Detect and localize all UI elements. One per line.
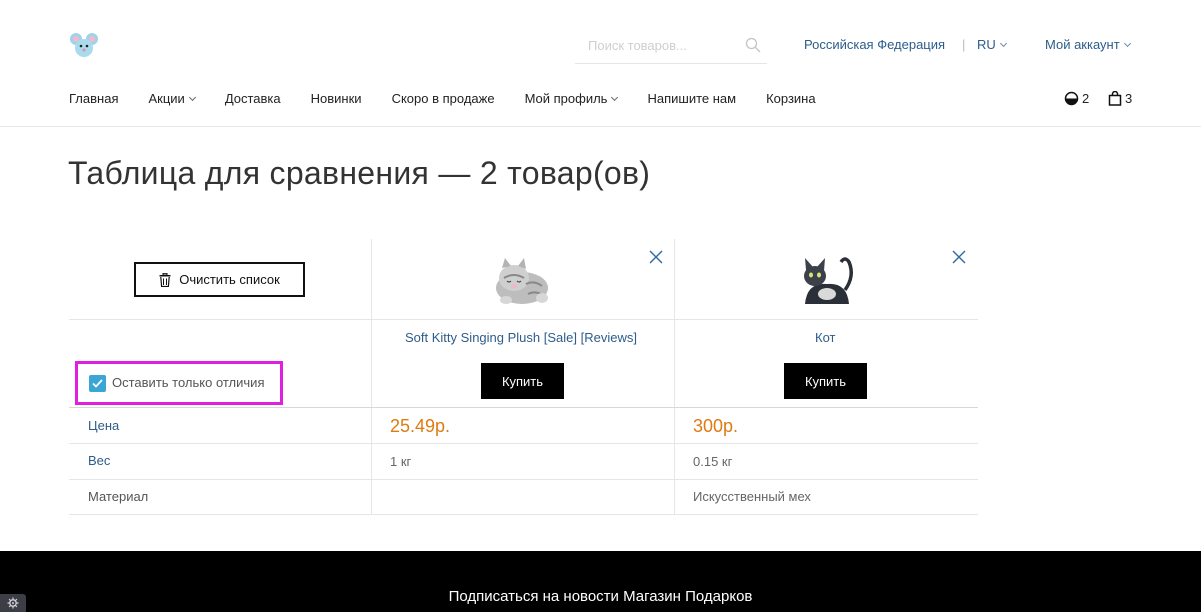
product-link-soft-kitty[interactable]: Soft Kitty Singing Plush [Sale] [Reviews… bbox=[405, 330, 637, 345]
attribute-label-weight: Вес bbox=[88, 453, 111, 468]
clear-list-label: Очистить список bbox=[179, 272, 280, 287]
nav-item-cart[interactable]: Корзина bbox=[766, 91, 816, 106]
product-image-cat[interactable] bbox=[797, 256, 857, 308]
nav-item-promotions[interactable]: Акции bbox=[148, 91, 196, 106]
row-divider bbox=[69, 319, 978, 320]
row-divider bbox=[69, 514, 978, 515]
compare-icon bbox=[1064, 91, 1079, 106]
nav-item-home[interactable]: Главная bbox=[69, 91, 118, 106]
search-input[interactable] bbox=[575, 28, 767, 62]
compare-counter[interactable]: 2 bbox=[1064, 91, 1089, 106]
header-separator: | bbox=[962, 37, 966, 52]
buy-button-cat[interactable]: Купить bbox=[784, 363, 867, 399]
account-menu[interactable]: Мой аккаунт bbox=[1045, 37, 1131, 52]
nav-item-new[interactable]: Новинки bbox=[311, 91, 362, 106]
nav-item-label: Акции bbox=[148, 91, 185, 106]
trash-icon bbox=[159, 272, 171, 287]
product-image-soft-kitty[interactable] bbox=[492, 256, 552, 308]
gear-icon bbox=[7, 597, 19, 609]
language-selector[interactable]: RU bbox=[977, 37, 1007, 52]
country-selector[interactable]: Российская Федерация bbox=[804, 37, 945, 52]
close-icon[interactable] bbox=[952, 250, 966, 264]
settings-button[interactable] bbox=[0, 594, 26, 612]
row-divider bbox=[69, 407, 978, 408]
highlight-box: Оставить только отличия bbox=[75, 361, 283, 405]
product-link-cat[interactable]: Кот bbox=[815, 330, 835, 345]
column-divider bbox=[674, 239, 675, 515]
chevron-down-icon bbox=[999, 39, 1007, 48]
price-value: 25.49р. bbox=[390, 416, 451, 436]
page-title: Таблица для сравнения — 2 товар(ов) bbox=[68, 155, 651, 191]
search-box bbox=[575, 28, 767, 64]
language-label: RU bbox=[977, 37, 996, 52]
shopping-bag-icon bbox=[1108, 91, 1122, 106]
store-logo[interactable] bbox=[69, 30, 99, 60]
cart-counter[interactable]: 3 bbox=[1108, 91, 1132, 106]
nav-item-coming-soon[interactable]: Скоро в продаже bbox=[392, 91, 495, 106]
attribute-label-price: Цена bbox=[88, 418, 120, 433]
nav-item-my-profile[interactable]: Мой профиль bbox=[524, 91, 619, 106]
nav-item-contact[interactable]: Напишите нам bbox=[647, 91, 736, 106]
account-label: Мой аккаунт bbox=[1045, 37, 1120, 52]
row-divider bbox=[69, 479, 978, 480]
chevron-down-icon bbox=[1123, 39, 1131, 48]
newsletter-heading: Подписаться на новости Магазин Подарков bbox=[448, 588, 753, 605]
nav-item-label: Мой профиль bbox=[524, 91, 608, 106]
main-nav: Главная Акции Доставка Новинки Скоро в п… bbox=[69, 91, 816, 106]
weight-value: 1 кг bbox=[390, 454, 412, 469]
mouse-logo-icon bbox=[70, 33, 98, 57]
search-icon[interactable] bbox=[745, 37, 761, 53]
checkmark-icon bbox=[92, 379, 103, 388]
attribute-label-material: Материал bbox=[88, 489, 149, 504]
footer: Подписаться на новости Магазин Подарков bbox=[0, 551, 1201, 612]
compare-table: Очистить список Soft Kitty Singing Plush… bbox=[69, 239, 978, 515]
only-differences-checkbox[interactable] bbox=[89, 375, 106, 392]
chevron-down-icon bbox=[188, 93, 196, 102]
close-icon[interactable] bbox=[649, 250, 663, 264]
clear-list-button[interactable]: Очистить список bbox=[134, 262, 305, 297]
buy-button-soft-kitty[interactable]: Купить bbox=[481, 363, 564, 399]
material-value: Искусственный мех bbox=[693, 489, 811, 504]
row-divider bbox=[69, 443, 978, 444]
only-differences-label[interactable]: Оставить только отличия bbox=[112, 375, 264, 390]
weight-value: 0.15 кг bbox=[693, 454, 733, 469]
header-divider bbox=[0, 126, 1201, 127]
nav-item-delivery[interactable]: Доставка bbox=[225, 91, 281, 106]
cart-count: 3 bbox=[1125, 91, 1133, 106]
chevron-down-icon bbox=[611, 93, 619, 102]
compare-count: 2 bbox=[1082, 91, 1090, 106]
column-divider bbox=[371, 239, 372, 515]
price-value: 300р. bbox=[693, 416, 739, 436]
